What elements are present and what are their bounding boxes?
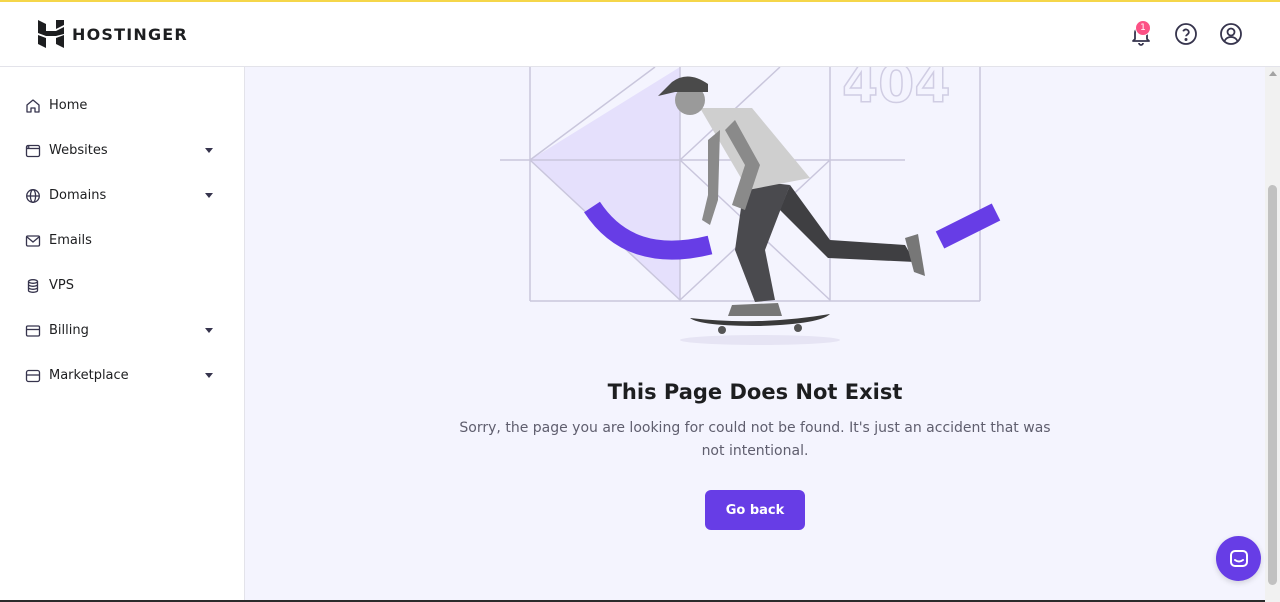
sidebar-item-label: Marketplace bbox=[49, 368, 129, 383]
chevron-down-icon bbox=[205, 193, 213, 198]
sidebar-item-marketplace[interactable]: Marketplace bbox=[0, 356, 244, 396]
chevron-down-icon bbox=[205, 328, 213, 333]
help-icon bbox=[1175, 23, 1197, 45]
illustration-404-text: 404 bbox=[842, 67, 951, 115]
browser-window-icon bbox=[25, 144, 41, 158]
page-title: This Page Does Not Exist bbox=[607, 380, 903, 404]
chat-support-button[interactable] bbox=[1216, 536, 1261, 581]
sidebar-item-label: Home bbox=[49, 98, 88, 113]
account-icon bbox=[1220, 23, 1242, 45]
scroll-up-arrow-icon[interactable] bbox=[1269, 71, 1277, 76]
notification-badge: 1 bbox=[1135, 20, 1151, 36]
error-404-illustration: 404 bbox=[500, 67, 1001, 345]
sidebar-item-label: Websites bbox=[49, 143, 108, 158]
account-button[interactable] bbox=[1218, 21, 1244, 47]
store-icon bbox=[25, 369, 41, 383]
hostinger-logo-icon bbox=[38, 20, 64, 48]
sidebar-item-label: Emails bbox=[49, 233, 92, 248]
mail-icon bbox=[25, 235, 41, 247]
help-button[interactable] bbox=[1173, 21, 1199, 47]
top-header: HOSTINGER 1 bbox=[0, 2, 1280, 67]
sidebar-item-label: Domains bbox=[49, 188, 107, 203]
chat-icon bbox=[1229, 549, 1248, 567]
sidebar-item-label: VPS bbox=[49, 278, 74, 293]
scrollbar-thumb[interactable] bbox=[1268, 185, 1277, 585]
sidebar-item-label: Billing bbox=[49, 323, 89, 338]
go-back-button[interactable]: Go back bbox=[705, 490, 805, 530]
error-description: Sorry, the page you are looking for coul… bbox=[459, 420, 1051, 459]
sidebar-item-home[interactable]: Home bbox=[0, 86, 244, 126]
skater-figure bbox=[658, 76, 925, 345]
home-icon bbox=[26, 99, 40, 113]
globe-icon bbox=[26, 189, 40, 203]
sidebar: Home Websites Domains Emails VPS Billing… bbox=[0, 67, 245, 602]
chevron-down-icon bbox=[205, 373, 213, 378]
sidebar-item-vps[interactable]: VPS bbox=[0, 266, 244, 306]
hostinger-logo[interactable]: HOSTINGER bbox=[38, 20, 188, 48]
sidebar-item-domains[interactable]: Domains bbox=[0, 176, 244, 216]
sidebar-item-emails[interactable]: Emails bbox=[0, 221, 244, 261]
brand-name: HOSTINGER bbox=[72, 24, 188, 44]
credit-card-icon bbox=[25, 325, 41, 337]
chevron-down-icon bbox=[205, 148, 213, 153]
server-icon bbox=[27, 279, 39, 293]
sidebar-item-billing[interactable]: Billing bbox=[0, 311, 244, 351]
sidebar-item-websites[interactable]: Websites bbox=[0, 131, 244, 171]
